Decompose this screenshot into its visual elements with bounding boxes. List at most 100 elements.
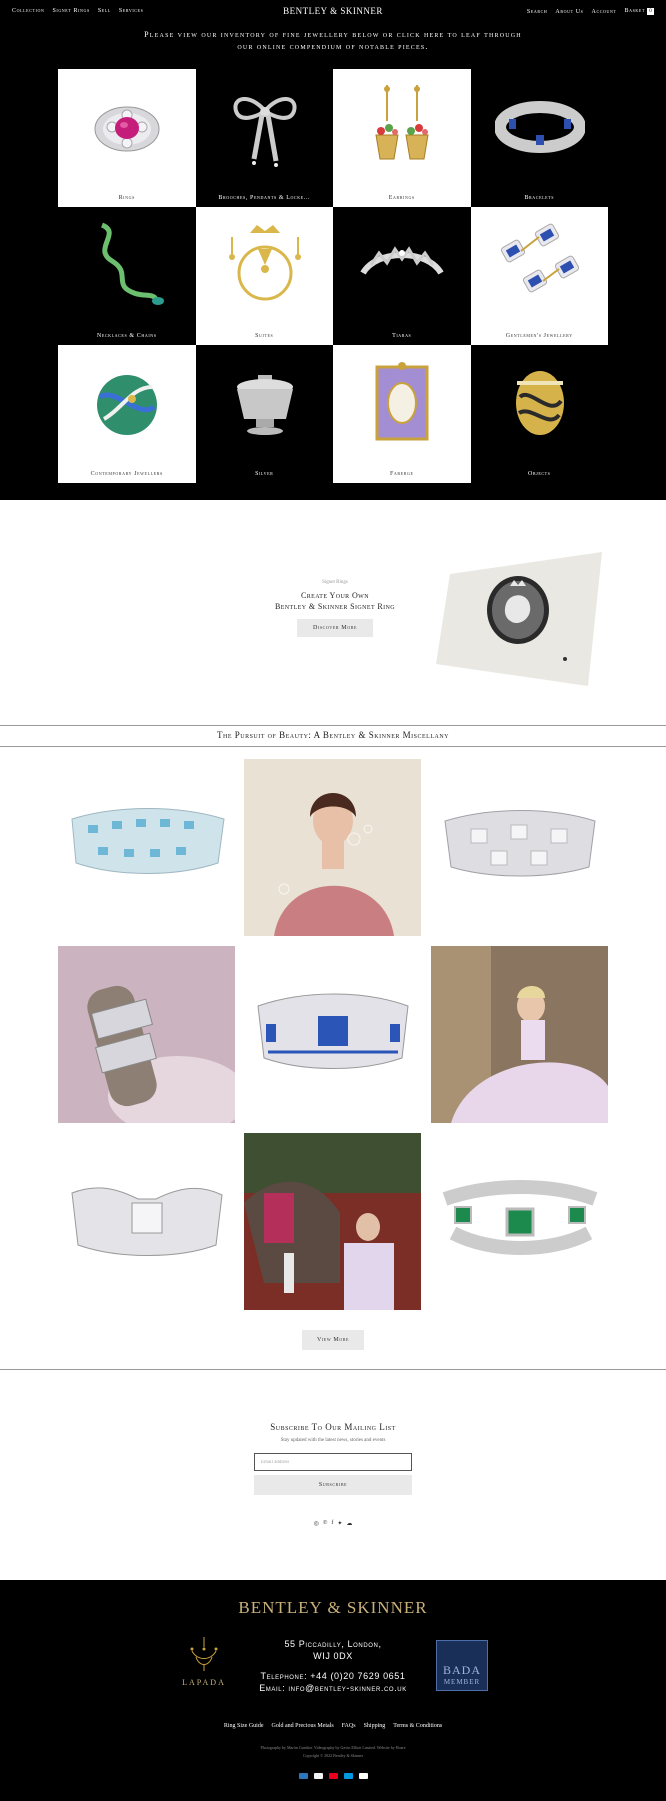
category-tiaras[interactable]: Tiaras xyxy=(333,207,471,345)
gold-suite-icon xyxy=(228,225,301,301)
nav-basket[interactable]: Basket 0 xyxy=(624,8,654,15)
art-deco-bracelet-image xyxy=(58,1133,235,1310)
footer-email[interactable]: Email: info@bentley-skinner.co.uk xyxy=(0,1682,666,1694)
snake-necklace-icon xyxy=(100,222,164,305)
category-contemporary[interactable]: Contemporary Jewellers xyxy=(58,345,196,483)
maestro-icon xyxy=(343,1773,353,1779)
category-rings[interactable]: Rings xyxy=(58,69,196,207)
category-label: Rings xyxy=(118,195,135,201)
subscribe-title: Subscribe To Our Mailing List xyxy=(270,1422,396,1432)
category-faberge[interactable]: Faberge xyxy=(333,345,471,483)
top-section: Collection Signet Rings Sell Services BE… xyxy=(0,0,666,500)
nav-about[interactable]: About Us xyxy=(555,9,583,15)
gallery-art-deco-bracelet[interactable] xyxy=(58,1133,235,1310)
visa-icon xyxy=(313,1773,323,1779)
faberge-frame-icon xyxy=(375,362,429,441)
footer: BENTLEY & SKINNER LAPADA 55 Piccadilly, … xyxy=(0,1580,666,1801)
category-bracelets[interactable]: Bracelets xyxy=(470,69,608,207)
nav-account[interactable]: Account xyxy=(592,9,617,15)
category-silver[interactable]: Silver xyxy=(195,345,333,483)
category-suites[interactable]: Suites xyxy=(195,207,333,345)
footer-telephone[interactable]: Telephone: +44 (0)20 7629 0651 xyxy=(0,1670,666,1682)
tiara-icon xyxy=(360,246,444,275)
signet-title: Create Your Own Bentley & Skinner Signet… xyxy=(240,590,430,612)
category-necklaces[interactable]: Necklaces & Chains xyxy=(58,207,196,345)
view-more-button[interactable]: View More xyxy=(302,1330,364,1350)
category-brooches[interactable]: Brooches, Pendants & Locke... xyxy=(195,69,333,207)
amex-icon xyxy=(298,1773,308,1779)
link-shipping[interactable]: Shipping xyxy=(364,1723,386,1729)
elephant-photo-image xyxy=(244,1133,421,1310)
footer-credits: Photography by Martin Gunthor. Videograp… xyxy=(0,1744,666,1760)
wechat-icon[interactable]: ☁ xyxy=(346,1520,352,1527)
category-label: Bracelets xyxy=(524,195,555,201)
category-label: Objects xyxy=(527,471,551,477)
category-label: Brooches, Pendants & Locke... xyxy=(218,195,311,201)
gallery-elephant-photo[interactable] xyxy=(244,1133,421,1310)
category-label: Necklaces & Chains xyxy=(96,333,157,339)
payment-methods xyxy=(0,1773,666,1779)
emerald-bracelet-image xyxy=(431,1133,608,1310)
basket-count: 0 xyxy=(647,8,654,15)
link-ring-size-guide[interactable]: Ring Size Guide xyxy=(224,1723,264,1729)
category-label: Silver xyxy=(255,471,274,477)
signet-promo: Signet Rings Create Your Own Bentley & S… xyxy=(240,580,430,637)
pink-gown-photo-image xyxy=(431,946,608,1123)
sapphire-bracelet-icon xyxy=(494,101,585,153)
enamel-sphere-icon xyxy=(97,375,157,435)
category-objects[interactable]: Objects xyxy=(470,345,608,483)
category-gentlemens[interactable]: Gentlemen's Jewellery xyxy=(470,207,608,345)
gallery-aquamarine-bracelet[interactable] xyxy=(58,759,235,936)
category-label: Tiaras xyxy=(392,333,412,339)
link-terms[interactable]: Terms & Conditions xyxy=(393,1723,442,1729)
divider-line xyxy=(0,746,666,747)
gallery-sapphire-bracelet[interactable] xyxy=(244,946,421,1123)
pinterest-icon[interactable]: ℗ xyxy=(323,1520,328,1527)
credit-text: Photography by Martin Gunthor. Videograp… xyxy=(260,1745,406,1750)
bada-member-text: MEMBER xyxy=(443,1678,481,1686)
bow-brooch-icon xyxy=(232,97,297,167)
nav-search[interactable]: Search xyxy=(527,9,548,15)
diamond-bracelet-image xyxy=(431,759,608,936)
footer-links: Ring Size Guide Gold and Precious Metals… xyxy=(0,1723,666,1729)
signet-ring-image[interactable] xyxy=(436,552,602,686)
miscellany-title: The Pursuit of Beauty: A Bentley & Skinn… xyxy=(216,730,449,740)
ruby-ring-icon xyxy=(94,106,160,152)
instagram-icon[interactable]: ◎ xyxy=(314,1520,319,1527)
gold-egg-icon xyxy=(515,371,564,435)
link-faqs[interactable]: FAQs xyxy=(342,1723,356,1729)
gallery-vintage-woman-bubbles[interactable] xyxy=(244,759,421,936)
top-nav: Collection Signet Rings Sell Services BE… xyxy=(0,0,666,22)
category-earrings[interactable]: Earrings xyxy=(333,69,471,207)
signet-kicker: Signet Rings xyxy=(322,580,348,585)
bada-member-logo[interactable]: BADA MEMBER xyxy=(436,1640,488,1691)
footer-brand-logo[interactable]: BENTLEY & SKINNER xyxy=(0,1598,666,1618)
facebook-icon[interactable]: f xyxy=(331,1520,333,1527)
nav-right: Search About Us Account Basket 0 xyxy=(527,8,654,15)
category-label: Gentlemen's Jewellery xyxy=(505,333,573,339)
signet-title-line2: Bentley & Skinner Signet Ring xyxy=(274,602,396,611)
copyright-text: Copyright © 2022 Bentley & Skinner xyxy=(302,1753,364,1758)
discover-more-button[interactable]: Discover More xyxy=(297,619,373,637)
gallery-diamond-bracelet[interactable] xyxy=(431,759,608,936)
gallery-emerald-bracelet[interactable] xyxy=(431,1133,608,1310)
subscribe-button[interactable]: Subscribe xyxy=(254,1475,412,1495)
bada-text: BADA xyxy=(442,1663,481,1677)
gallery-wrist-feathers[interactable] xyxy=(58,946,235,1123)
category-label: Faberge xyxy=(389,471,414,477)
category-label: Contemporary Jewellers xyxy=(90,471,163,477)
basket-earrings-icon xyxy=(375,85,429,160)
social-links: ◎ ℗ f ✦ ☁ xyxy=(0,1520,666,1527)
email-field[interactable] xyxy=(254,1453,412,1471)
silver-tureen-icon xyxy=(236,375,293,435)
sapphire-diamond-bracelet-image xyxy=(244,946,421,1123)
address-line1: 55 Piccadilly, London, xyxy=(284,1639,382,1649)
link-gold-metals[interactable]: Gold and Precious Metals xyxy=(272,1723,334,1729)
gallery-woman-pink-gown[interactable] xyxy=(431,946,608,1123)
aquamarine-bracelet-image xyxy=(58,759,235,936)
category-label: Suites xyxy=(255,333,274,339)
signet-title-line1: Create Your Own xyxy=(301,591,369,600)
intro-text[interactable]: Please view our inventory of fine jewell… xyxy=(140,29,526,53)
twitter-icon[interactable]: ✦ xyxy=(337,1520,342,1527)
nav-basket-label: Basket xyxy=(624,8,645,14)
